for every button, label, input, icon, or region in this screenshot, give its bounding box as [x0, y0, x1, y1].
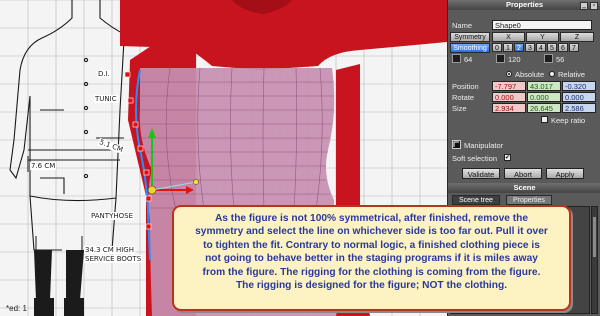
- rotate-z-field[interactable]: 0.000: [562, 92, 596, 102]
- relative-radio[interactable]: [549, 71, 555, 77]
- callout-line-2: symmetry and select the line on whicheve…: [195, 226, 548, 238]
- viewport-status: *ed: 1: [6, 304, 27, 313]
- smoothing-level-0[interactable]: 0: [492, 43, 502, 52]
- abort-button[interactable]: Abort: [504, 168, 542, 179]
- size-y-field[interactable]: 26.645: [527, 103, 561, 113]
- label-cm-measure-2: 7.6 CM: [30, 162, 57, 170]
- position-x-field[interactable]: -7.797: [492, 81, 526, 91]
- rotate-x-field[interactable]: 0.000: [492, 92, 526, 102]
- size-x-field[interactable]: 2.934: [492, 103, 526, 113]
- label-tunic: TUNIC: [94, 95, 118, 103]
- minimize-icon[interactable]: ▁: [580, 2, 588, 10]
- keep-ratio-label: Keep ratio: [551, 116, 586, 125]
- label-di: D.I.: [97, 70, 111, 78]
- rotate-label: Rotate: [452, 93, 475, 102]
- preset-56-icon[interactable]: [544, 54, 553, 63]
- callout-line-6: The rigging is designed for the figure; …: [235, 280, 508, 292]
- tab-scene-tree[interactable]: Scene tree: [452, 195, 500, 205]
- label-pantyhose: PANTYHOSE: [90, 212, 134, 220]
- preset-64-icon[interactable]: [452, 54, 461, 63]
- annotation-callout: As the figure is not 100% symmetrical, a…: [172, 205, 571, 311]
- scene-scrollbar[interactable]: [591, 206, 598, 314]
- callout-line-1: As the figure is not 100% symmetrical, a…: [214, 213, 529, 224]
- label-boots-line1: 34.3 CM HIGH: [84, 246, 135, 254]
- symmetry-z-button[interactable]: Z: [560, 32, 594, 42]
- symmetry-y-button[interactable]: Y: [526, 32, 559, 42]
- relative-label: Relative: [558, 70, 586, 79]
- position-z-field[interactable]: -0.320: [562, 81, 596, 91]
- scene-title: Scene: [448, 183, 600, 193]
- callout-line-3: to tighten the fit. Contrary to normal l…: [203, 239, 540, 251]
- absolute-radio[interactable]: [506, 71, 512, 77]
- smoothing-level-3[interactable]: 3: [525, 43, 535, 52]
- soft-selection-label: Soft selection: [452, 154, 498, 163]
- smoothing-level-7[interactable]: 7: [569, 43, 579, 52]
- name-label: Name: [452, 21, 473, 30]
- title-buttons: ▁ ×: [580, 2, 598, 10]
- validate-button[interactable]: Validate: [462, 168, 500, 179]
- manipulator-icon[interactable]: [452, 140, 461, 149]
- rotate-y-field[interactable]: 0.000: [527, 92, 561, 102]
- preset-120-icon[interactable]: [496, 54, 505, 63]
- apply-button[interactable]: Apply: [546, 168, 584, 179]
- preset-120-label: 120: [508, 55, 521, 64]
- callout-line-4: not going to behave better in the stagin…: [205, 253, 538, 265]
- smoothing-level-2[interactable]: 2: [514, 43, 524, 52]
- smoothing-level-6[interactable]: 6: [558, 43, 568, 52]
- smoothing-level-5[interactable]: 5: [547, 43, 557, 52]
- soft-selection-checkbox[interactable]: ✔: [504, 154, 511, 161]
- smoothing-level-4[interactable]: 4: [536, 43, 546, 52]
- preset-56-label: 56: [556, 55, 565, 64]
- properties-title: Properties: [448, 0, 600, 10]
- manipulator-label: Manipulator: [464, 141, 504, 150]
- keep-ratio-checkbox[interactable]: [541, 116, 548, 123]
- label-boots-line2: SERVICE BOOTS: [84, 255, 143, 263]
- tab-properties[interactable]: Properties: [506, 195, 552, 205]
- symmetry-x-button[interactable]: X: [492, 32, 525, 42]
- position-label: Position: [452, 82, 479, 91]
- close-icon[interactable]: ×: [590, 2, 598, 10]
- callout-line-5: from the figure. The rigging for the clo…: [202, 266, 541, 278]
- smoothing-level-1[interactable]: 1: [503, 43, 513, 52]
- size-label: Size: [452, 104, 467, 113]
- preset-64-label: 64: [464, 55, 473, 64]
- smoothing-button[interactable]: Smoothing: [450, 43, 490, 53]
- size-z-field[interactable]: 2.586: [562, 103, 596, 113]
- position-y-field[interactable]: 43.017: [527, 81, 561, 91]
- scene-scroll-thumb[interactable]: [593, 217, 596, 257]
- absolute-label: Absolute: [515, 70, 545, 79]
- name-field[interactable]: Shape0: [492, 20, 592, 30]
- symmetry-button[interactable]: Symmetry: [450, 32, 490, 42]
